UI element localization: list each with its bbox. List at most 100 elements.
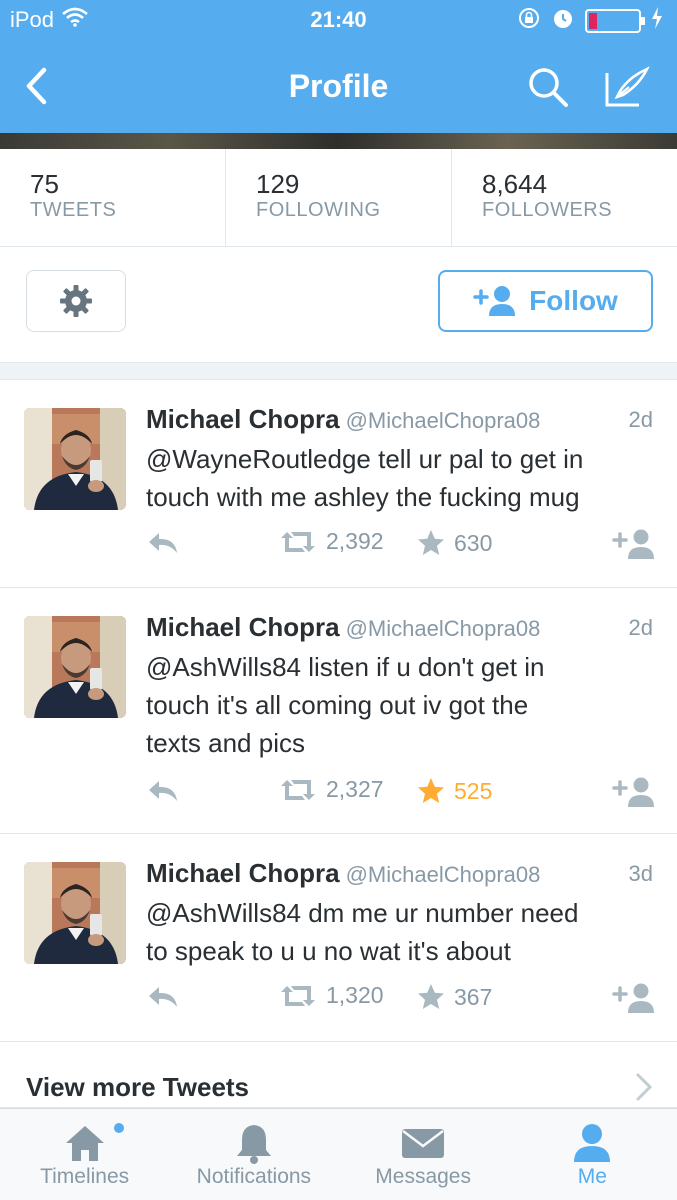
top-bar: iPod 21:40 Profile xyxy=(0,0,677,133)
tweet-actions: 2,327 525 xyxy=(146,776,656,812)
charging-icon xyxy=(651,7,663,35)
favorite-count: 525 xyxy=(454,777,493,804)
tweet-timestamp: 3d xyxy=(628,861,653,886)
tweet-author-name[interactable]: Michael Chopra xyxy=(146,404,340,434)
tab-label: Messages xyxy=(375,1165,471,1188)
stat-tweets[interactable]: 75 TWEETS xyxy=(0,149,226,246)
retweet-icon xyxy=(281,985,315,1006)
favorite-count: 630 xyxy=(454,529,493,556)
avatar[interactable] xyxy=(24,408,126,510)
stat-following[interactable]: 129 FOLLOWING xyxy=(226,149,452,246)
profile-actions: Follow xyxy=(0,247,677,362)
retweet-button[interactable]: 2,327 xyxy=(278,776,384,803)
add-user-icon xyxy=(612,529,654,559)
tweet-text-line: @AshWills84 dm me ur number need xyxy=(146,898,579,928)
tweet-timestamp: 2d xyxy=(628,407,653,432)
compose-icon xyxy=(605,66,650,107)
stat-label: FOLLOWING xyxy=(256,199,381,221)
rotation-lock-icon xyxy=(517,6,541,36)
alarm-icon xyxy=(551,6,575,36)
profile-stats: 75 TWEETS 129 FOLLOWING 8,644 FOLLOWERS xyxy=(0,149,677,247)
stat-value: 75 xyxy=(30,169,59,199)
stat-value: 8,644 xyxy=(482,169,548,199)
tweet-timestamp: 2d xyxy=(628,615,653,640)
tweet-item[interactable]: Michael Chopra @MichaelChopra08 3d @AshWi… xyxy=(0,834,677,1042)
follow-button[interactable]: Follow xyxy=(438,270,653,332)
search-button[interactable] xyxy=(523,62,573,112)
stat-label: TWEETS xyxy=(30,199,117,221)
reply-button[interactable] xyxy=(146,984,180,1015)
tab-notifications[interactable]: Notifications xyxy=(169,1109,338,1200)
follow-author-button[interactable] xyxy=(612,776,656,813)
star-icon xyxy=(418,778,444,803)
reply-button[interactable] xyxy=(146,778,180,809)
tab-timelines[interactable]: Timelines xyxy=(0,1109,169,1200)
tweet-item[interactable]: Michael Chopra @MichaelChopra08 2d @Wayne… xyxy=(0,380,677,588)
page-title: Profile xyxy=(288,68,389,104)
avatar[interactable] xyxy=(24,616,126,718)
stat-value: 129 xyxy=(256,169,300,199)
add-user-icon xyxy=(612,983,654,1013)
tweet-actions: 1,320 367 xyxy=(146,982,656,1018)
tweet-text: @AshWills84 listen if u don't get in tou… xyxy=(146,648,656,762)
tweet-text: @WayneRoutledge tell ur pal to get in to… xyxy=(146,440,656,516)
follow-label: Follow xyxy=(529,285,618,316)
favorite-button[interactable]: 367 xyxy=(416,982,492,1012)
unread-dot xyxy=(114,1123,124,1133)
tweet-text-line: texts and pics xyxy=(146,728,305,758)
compose-tweet-button[interactable] xyxy=(598,62,656,112)
follow-author-button[interactable] xyxy=(612,982,656,1019)
avatar[interactable] xyxy=(24,862,126,964)
retweet-count: 2,327 xyxy=(326,776,384,802)
tweet-author-name[interactable]: Michael Chopra xyxy=(146,858,340,888)
follow-author-button[interactable] xyxy=(612,528,656,565)
stat-followers[interactable]: 8,644 FOLLOWERS xyxy=(452,149,677,246)
tweet-text-line: @AshWills84 listen if u don't get in xyxy=(146,652,545,682)
tweet-author-handle[interactable]: @MichaelChopra08 xyxy=(346,862,541,887)
favorite-button[interactable]: 525 xyxy=(416,776,492,806)
bell-icon xyxy=(234,1121,274,1165)
status-bar: iPod 21:40 xyxy=(0,0,677,40)
chevron-right-icon xyxy=(635,1072,653,1107)
favorite-count: 367 xyxy=(454,983,493,1010)
tab-label: Notifications xyxy=(196,1165,312,1188)
tab-label: Me xyxy=(577,1165,607,1188)
tab-bar: Timelines Notifications Messages Me xyxy=(0,1108,677,1200)
envelope-icon xyxy=(400,1121,446,1165)
reply-icon xyxy=(149,533,177,553)
reply-icon xyxy=(149,781,177,801)
star-icon xyxy=(418,984,444,1009)
tweet-actions: 2,392 630 xyxy=(146,528,656,564)
tweet-text: @AshWills84 dm me ur number need to spea… xyxy=(146,894,656,970)
tab-label: Timelines xyxy=(40,1165,130,1188)
retweet-count: 2,392 xyxy=(326,528,384,554)
star-icon xyxy=(418,530,444,555)
person-icon xyxy=(572,1121,612,1165)
add-user-icon xyxy=(473,286,516,316)
view-more-label: View more Tweets xyxy=(26,1072,250,1102)
gear-icon xyxy=(60,285,92,317)
retweet-button[interactable]: 2,392 xyxy=(278,528,384,555)
add-user-icon xyxy=(612,777,654,807)
view-more-tweets[interactable]: View more Tweets xyxy=(0,1042,677,1108)
tweet-text-line: touch with me ashley the fucking mug xyxy=(146,482,580,512)
retweet-button[interactable]: 1,320 xyxy=(278,982,384,1009)
tweet-text-line: touch it's all coming out iv got the xyxy=(146,690,529,720)
section-divider xyxy=(0,362,677,380)
home-icon xyxy=(63,1121,107,1165)
tweet-author-handle[interactable]: @MichaelChopra08 xyxy=(346,408,541,433)
tweet-author-handle[interactable]: @MichaelChopra08 xyxy=(346,616,541,641)
favorite-button[interactable]: 630 xyxy=(416,528,492,558)
retweet-icon xyxy=(281,779,315,800)
retweet-icon xyxy=(281,531,315,552)
reply-button[interactable] xyxy=(146,530,180,561)
nav-bar: Profile xyxy=(0,50,677,126)
tab-me[interactable]: Me xyxy=(508,1109,677,1200)
reply-icon xyxy=(149,987,177,1007)
retweet-count: 1,320 xyxy=(326,982,384,1008)
tweet-text-line: to speak to u u no wat it's about xyxy=(146,936,511,966)
settings-button[interactable] xyxy=(26,270,126,332)
tweet-author-name[interactable]: Michael Chopra xyxy=(146,612,340,642)
tweet-item[interactable]: Michael Chopra @MichaelChopra08 2d @AshWi… xyxy=(0,588,677,834)
tab-messages[interactable]: Messages xyxy=(339,1109,508,1200)
